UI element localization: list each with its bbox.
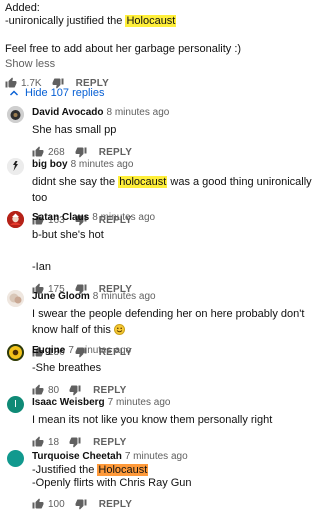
smile-emoji-icon [113, 324, 125, 335]
chevron-up-icon [9, 88, 19, 98]
comment-time[interactable]: 8 minutes ago [92, 212, 155, 223]
comment-actions: 18 REPLY [32, 433, 325, 451]
show-less-link[interactable]: Show less [5, 58, 323, 71]
like-icon[interactable] [32, 146, 44, 158]
comment-author[interactable]: David Avocado [32, 107, 104, 118]
avatar[interactable] [7, 106, 24, 123]
like-count: 18 [48, 436, 60, 448]
comment-text: -She breathes [32, 362, 102, 374]
like-count: 268 [48, 146, 65, 158]
like-icon[interactable] [32, 436, 44, 448]
reply-button[interactable]: REPLY [99, 147, 132, 158]
comment-author[interactable]: Eugine [32, 345, 65, 356]
comment-author[interactable]: Satan Claus [32, 212, 89, 223]
comment-author[interactable]: June Gloom [32, 291, 90, 302]
hide-replies-label: Hide 107 replies [25, 87, 105, 99]
hide-replies-toggle[interactable]: Hide 107 replies [9, 87, 105, 99]
comment-time[interactable]: 7 minutes ago [68, 345, 131, 356]
comment-time[interactable]: 7 minutes ago [125, 451, 188, 462]
highlighted-word: Holocaust [97, 464, 149, 476]
dislike-icon[interactable] [75, 498, 87, 510]
comment-author[interactable]: big boy [32, 159, 68, 170]
avatar[interactable] [7, 158, 24, 175]
comment-time[interactable]: 8 minutes ago [93, 291, 156, 302]
comment-text-line: Feel free to add about her garbage perso… [5, 43, 242, 55]
avatar[interactable] [7, 290, 24, 307]
comment-text: -Openly flirts with Chris Ray Gun [32, 477, 192, 489]
comment-text: I swear the people defending her on here… [32, 308, 305, 336]
dislike-icon[interactable] [75, 146, 87, 158]
avatar-letter: I [14, 399, 17, 410]
comment-text: I mean its not like you know them person… [32, 414, 273, 426]
reply-button[interactable]: REPLY [99, 499, 132, 510]
comment-text-line: -unironically justified the Holocaust [5, 15, 177, 27]
dislike-icon[interactable] [69, 384, 81, 396]
comment-text: She has small pp [32, 124, 117, 136]
comment-text: b-but she's hot [32, 229, 104, 241]
dislike-icon[interactable] [69, 436, 81, 448]
highlighted-word: Holocaust [125, 15, 177, 27]
like-count: 80 [48, 384, 60, 396]
comment-text: didnt she say the holocaust was a good t… [32, 176, 312, 204]
like-count: 100 [48, 498, 65, 510]
comment-author[interactable]: Isaac Weisberg [32, 397, 105, 408]
comment-time[interactable]: 8 minutes ago [71, 159, 134, 170]
comment-text: -Justified the Holocaust [32, 464, 149, 476]
like-icon[interactable] [32, 384, 44, 396]
parent-comment: Added: -unironically justified the Holoc… [5, 2, 323, 92]
reply-button[interactable]: REPLY [93, 437, 126, 448]
avatar[interactable]: I [7, 396, 24, 413]
like-icon[interactable] [32, 498, 44, 510]
comment-time[interactable]: 7 minutes ago [108, 397, 171, 408]
comment-text: -Ian [32, 261, 51, 273]
avatar[interactable] [7, 211, 24, 228]
comment-actions: 100 REPLY [32, 495, 325, 512]
comment-text-line: Added: [5, 2, 40, 14]
avatar[interactable] [7, 450, 24, 467]
reply-button[interactable]: REPLY [93, 385, 126, 396]
comment-time[interactable]: 8 minutes ago [107, 107, 170, 118]
avatar[interactable] [7, 344, 24, 361]
comment-author[interactable]: Turquoise Cheetah [32, 451, 122, 462]
highlighted-word: holocaust [118, 176, 168, 188]
